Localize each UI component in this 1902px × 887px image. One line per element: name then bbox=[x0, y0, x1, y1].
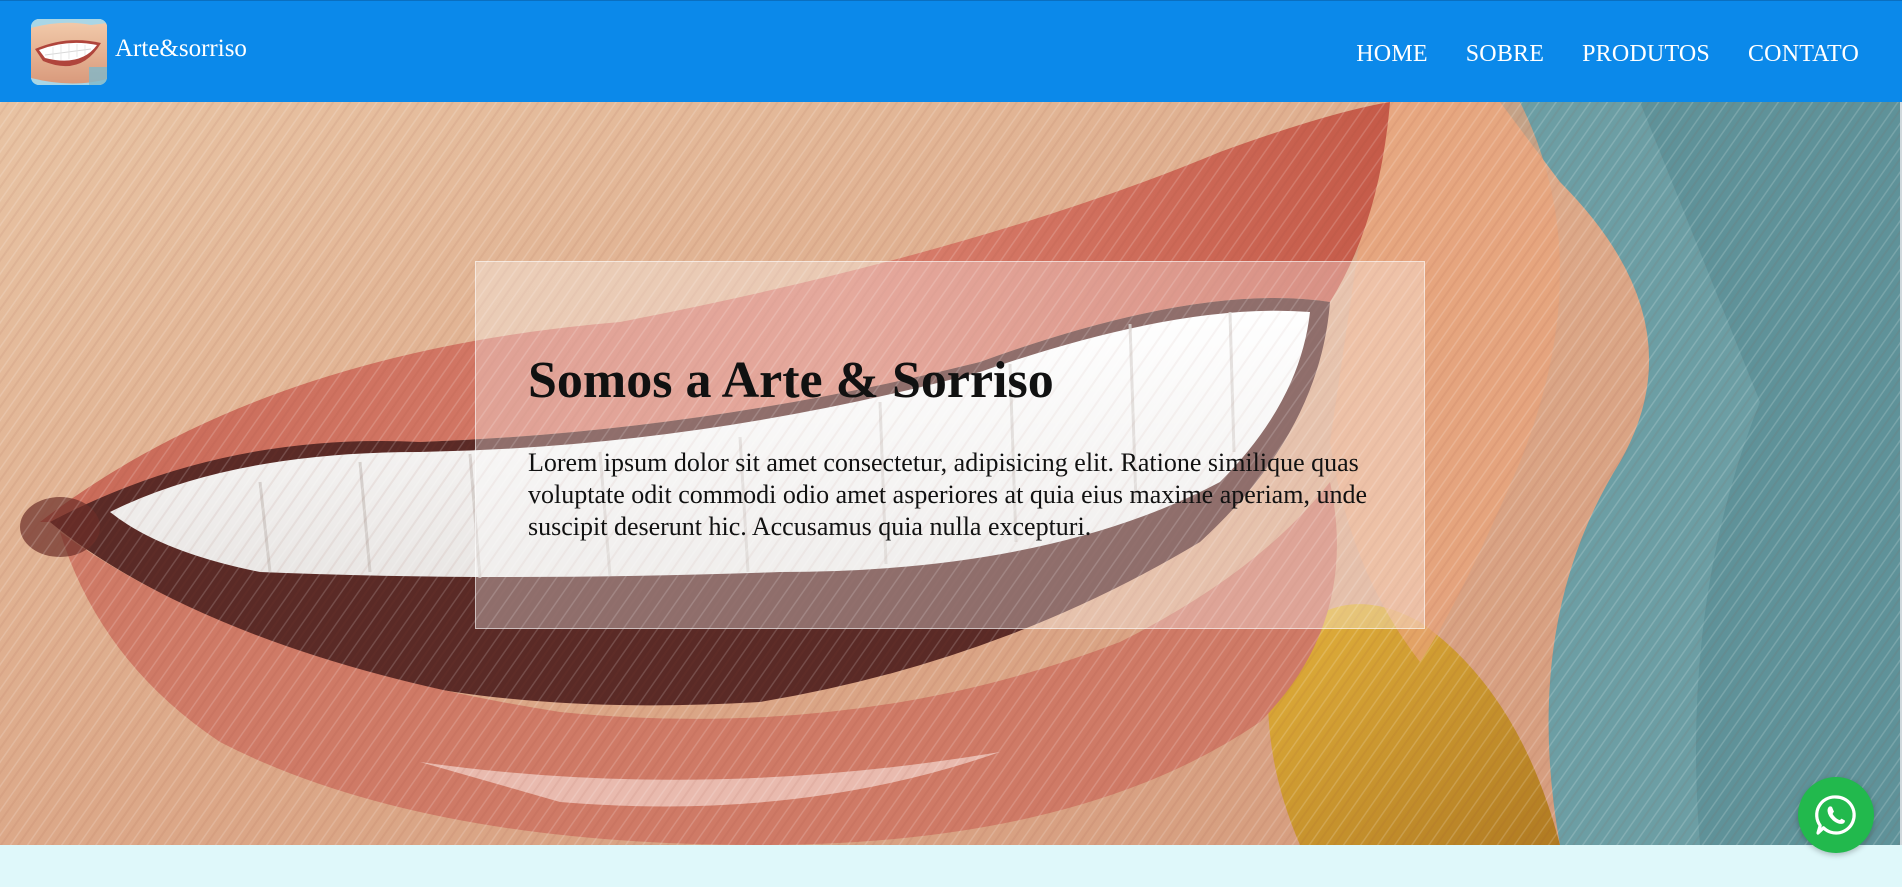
hero-title: Somos a Arte & Sorriso bbox=[528, 352, 1054, 409]
smile-logo-icon bbox=[31, 19, 107, 85]
nav-produtos-link[interactable]: PRODUTOS bbox=[1582, 41, 1710, 68]
page: Arte&sorriso HOME SOBRE PRODUTOS CONTATO bbox=[0, 0, 1902, 887]
hero-card: Somos a Arte & Sorriso Lorem ipsum dolor… bbox=[475, 261, 1425, 629]
brand-name: Arte&sorriso bbox=[115, 35, 247, 62]
main-nav: HOME SOBRE PRODUTOS CONTATO bbox=[1356, 41, 1859, 68]
hero-text: Lorem ipsum dolor sit amet consectetur, … bbox=[528, 448, 1367, 542]
whatsapp-icon bbox=[1815, 795, 1856, 835]
whatsapp-button[interactable] bbox=[1798, 777, 1874, 853]
nav-sobre-link[interactable]: SOBRE bbox=[1466, 41, 1544, 68]
navbar: Arte&sorriso HOME SOBRE PRODUTOS CONTATO bbox=[0, 0, 1902, 102]
brand-link[interactable]: Arte&sorriso bbox=[31, 19, 247, 85]
nav-home-link[interactable]: HOME bbox=[1356, 41, 1427, 68]
next-section bbox=[0, 845, 1902, 887]
nav-contato-link[interactable]: CONTATO bbox=[1748, 41, 1859, 68]
hero-section: Somos a Arte & Sorriso Lorem ipsum dolor… bbox=[0, 102, 1900, 845]
